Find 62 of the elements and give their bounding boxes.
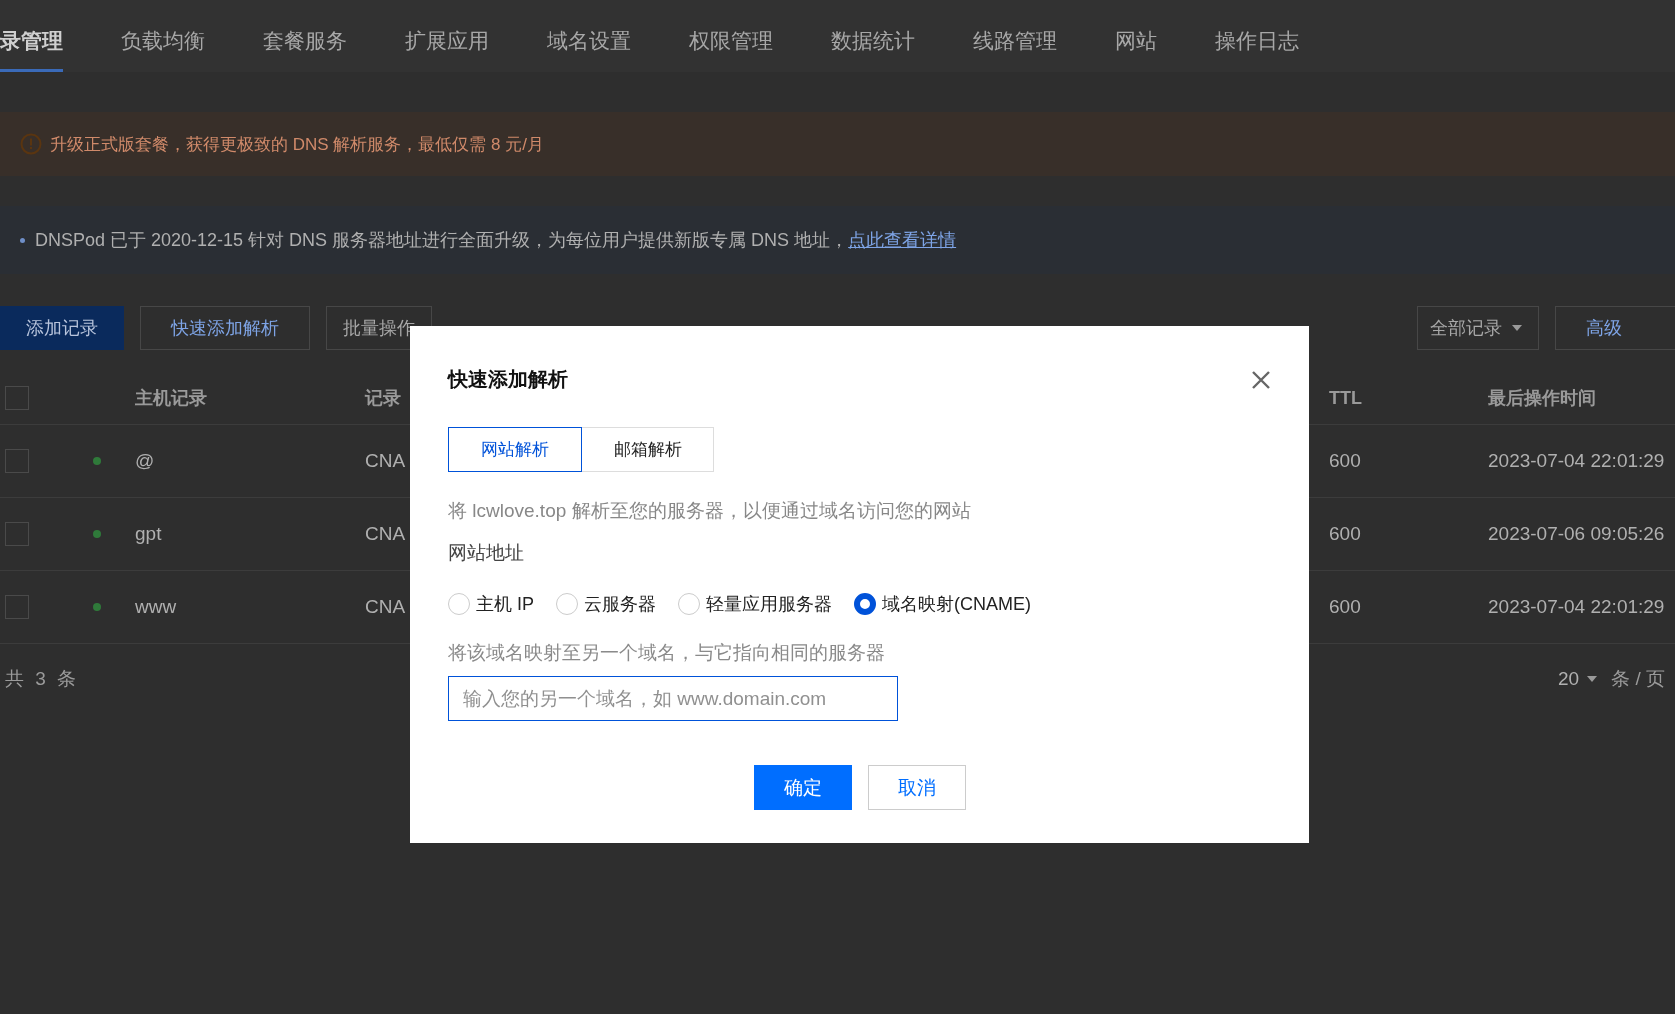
table-cell: CNA [365,596,406,618]
page-size-select[interactable]: 20 [1558,668,1598,690]
column-header: TTL [1329,387,1362,409]
table-cell: CNA [365,450,406,472]
per-page-label: 条 / 页 [1611,667,1665,691]
bullet-icon [20,237,25,243]
column-header: 主机记录 [135,387,207,410]
record-filter-dropdown[interactable]: 全部记录 [1417,306,1539,350]
nav-tab[interactable]: 权限管理 [689,27,773,72]
table-cell: 600 [1329,450,1361,472]
confirm-button[interactable]: 确定 [753,765,852,810]
toolbar-button[interactable]: 快速添加解析 [140,306,310,350]
nav-tab[interactable]: 域名设置 [547,27,631,72]
status-dot-icon [93,603,101,611]
cancel-button[interactable]: 取消 [867,765,966,810]
radio-button[interactable] [854,593,876,615]
nav-tab[interactable]: 数据统计 [831,27,915,72]
dialog-title: 快速添加解析 [448,367,568,392]
table-cell: 2023-07-06 09:05:26 [1488,523,1665,545]
table-cell: www [135,596,177,618]
radio-option[interactable]: 轻量应用服务器 [678,592,832,616]
toolbar-button[interactable]: 添加记录 [0,306,124,350]
table-cell: 600 [1329,596,1361,618]
row-checkbox[interactable] [5,449,29,473]
nav-tab[interactable]: 操作日志 [1215,27,1299,72]
dialog-description: 将 lcwlove.top 解析至您的服务器，以便通过域名访问您的网站 [448,499,972,523]
nav-tab[interactable]: 套餐服务 [263,27,347,72]
column-header: 记录 [365,387,401,410]
warning-icon [20,133,42,155]
caret-icon [1512,325,1522,331]
domain-input-field[interactable]: 输入您的另一个域名，如 www.domain.com [448,676,898,721]
nav-tab[interactable]: 线路管理 [973,27,1057,72]
status-dot-icon [93,530,101,538]
alert-text: 升级正式版套餐，获得更极致的 DNS 解析服务，最低仅需 8 元/月 [50,133,544,156]
table-cell: CNA [365,523,406,545]
table-cell: gpt [135,523,162,545]
table-cell: @ [135,450,155,472]
select-all-checkbox[interactable] [5,386,29,410]
hint-text: 将该域名映射至另一个域名，与它指向相同的服务器 [448,641,886,665]
dialog-tab[interactable]: 网站解析 [448,427,582,472]
radio-option[interactable]: 主机 IP [448,592,534,616]
advanced-button[interactable]: 高级 [1555,306,1675,350]
row-checkbox[interactable] [5,522,29,546]
table-cell: 600 [1329,523,1361,545]
caret-icon [1587,676,1598,682]
nav-tab[interactable]: 扩展应用 [405,27,489,72]
row-checkbox[interactable] [5,595,29,619]
nav-tab[interactable]: 负载均衡 [121,27,205,72]
radio-option[interactable]: 域名映射(CNAME) [854,592,1031,616]
column-header: 最后操作时间 [1488,387,1596,410]
details-link[interactable]: 点此查看详情 [848,230,957,250]
total-count: 共 3 条 [4,667,77,691]
nav-tab[interactable]: 网站 [1115,27,1157,72]
radio-option[interactable]: 云服务器 [556,592,656,616]
field-label: 网站地址 [448,541,525,565]
table-cell: 2023-07-04 22:01:29 [1488,450,1665,472]
dialog-tab[interactable]: 邮箱解析 [582,427,714,472]
nav-tab[interactable]: 录管理 [0,27,63,72]
notice-text: DNSPod 已于 2020-12-15 针对 DNS 服务器地址进行全面升级，为每位用户提供新版专属 DNS 地址，点此查看详情 [35,229,957,252]
close-icon[interactable] [1251,369,1271,390]
status-dot-icon [93,457,101,465]
table-cell: 2023-07-04 22:01:29 [1488,596,1665,618]
